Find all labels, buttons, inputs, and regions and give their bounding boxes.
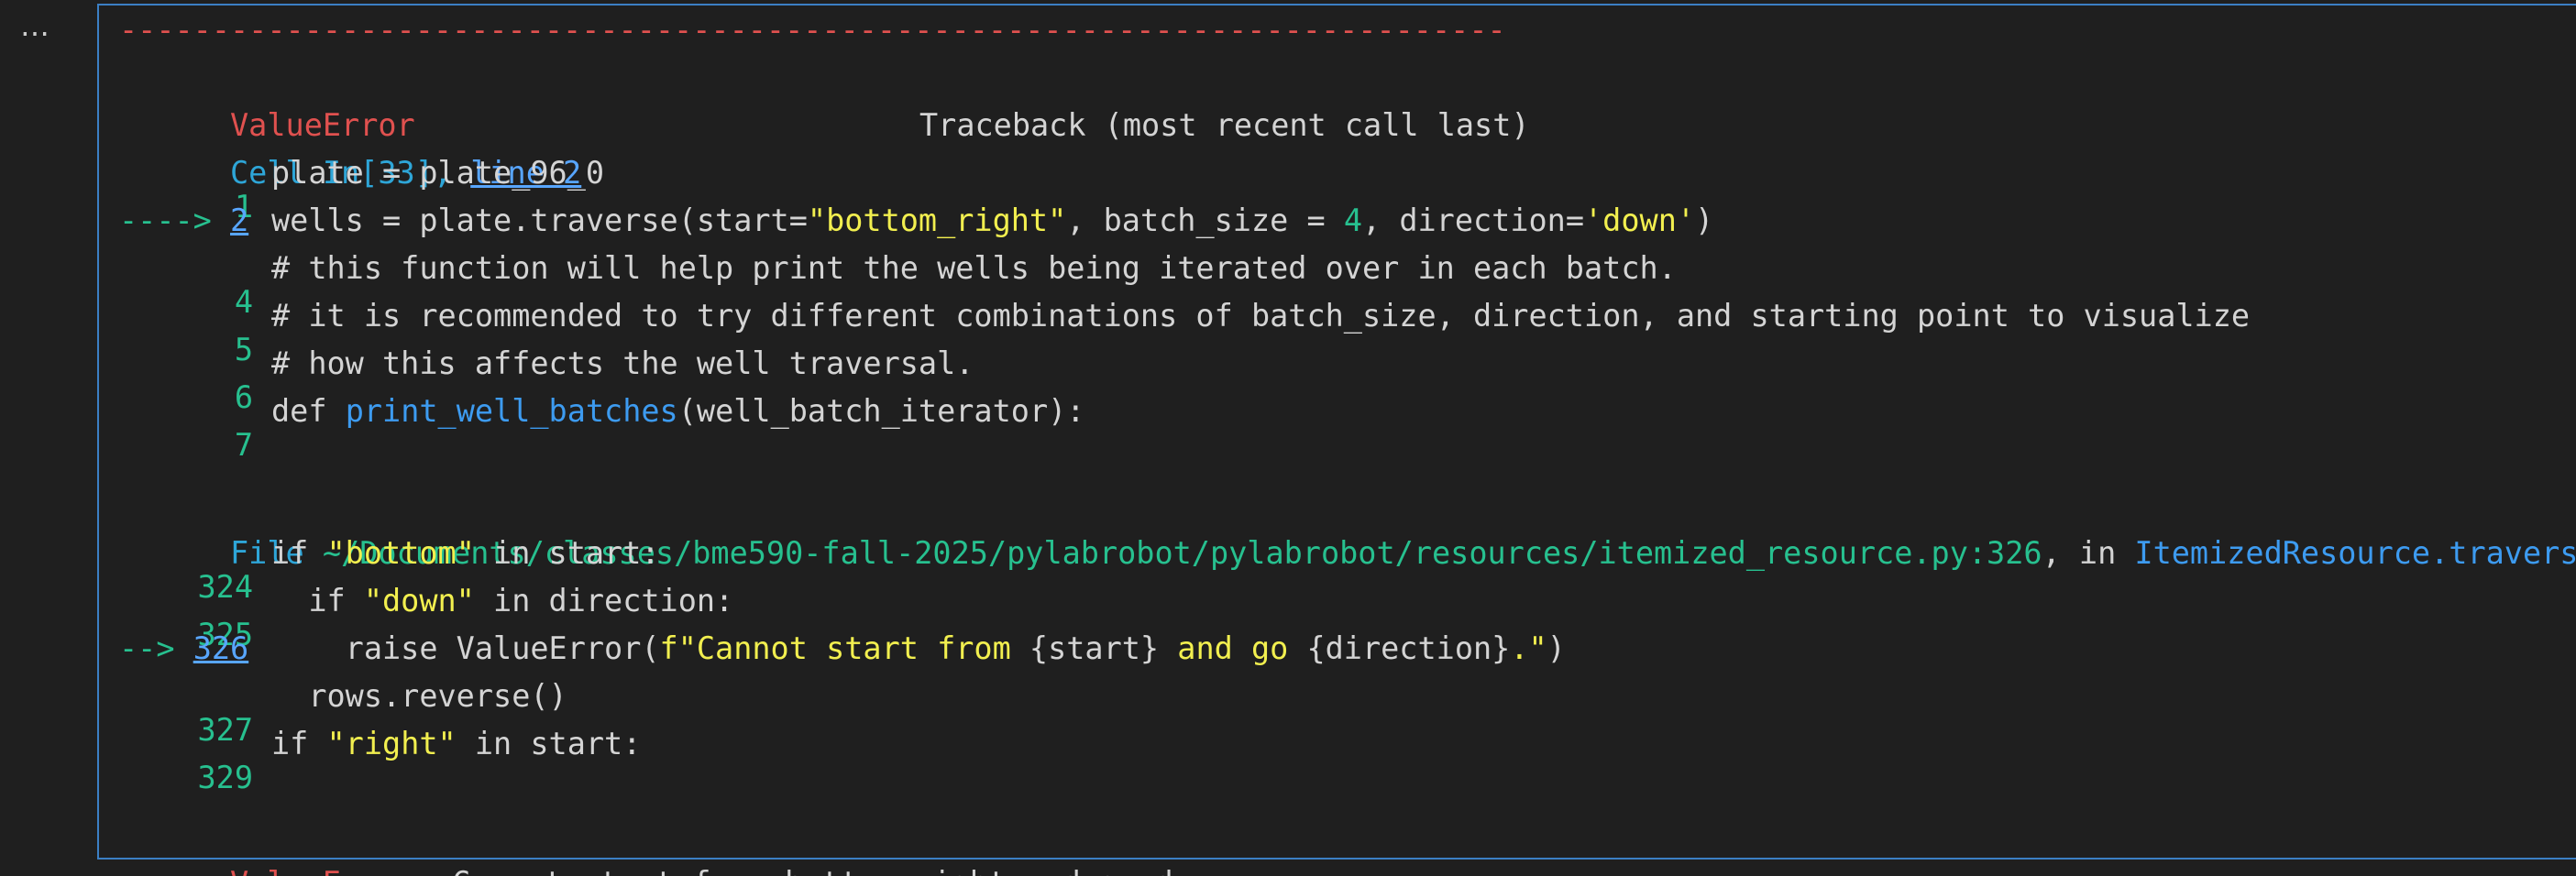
traceback-title: Traceback (most recent call last) [919,107,1530,143]
code-token: ) [1695,203,1714,238]
code-token: and go [1159,630,1307,666]
code-token: # this function will help print the well… [271,250,1677,286]
line-number-link[interactable]: 2 [230,203,248,238]
code-token: plate = plate_96_0 [271,155,605,191]
current-line-arrow: ----> [119,203,231,238]
code-token: rows.reverse() [271,678,567,714]
cell-source-line: 7 def print_well_batches(well_batch_itera… [119,388,1085,463]
code-token: "bottom" [326,535,475,571]
more-actions-icon[interactable]: … [20,5,61,46]
code-token: in start: [456,726,642,761]
code-token: if [271,535,327,571]
line-number: 7 [234,427,253,463]
line-number-link[interactable]: 326 [193,630,249,666]
line-gutter: --> 326 [119,625,271,673]
cell-source-line: 1 plate = plate_96_0 [119,149,605,224]
code-token: "right" [326,726,457,761]
file-source-line: 329 if "right" in start: [119,720,642,795]
code-token: {direction} [1306,630,1511,666]
file-source-line: --> 326 raise ValueError(f"Cannot start … [119,625,1566,673]
traceback-header: ValueError Traceback (most recent call la… [119,54,1530,143]
code-token: # how this affects the well traversal. [271,345,974,381]
file-source-line: 327 rows.reverse() [119,673,567,748]
code-token: if [271,726,327,761]
final-error-message: : Cannot start from bottom_right and go … [415,865,1248,876]
line-number: 329 [197,760,253,795]
code-token: print_well_batches [345,393,678,429]
code-token: wells = plate.traverse(start= [271,203,808,238]
line-gutter: ----> 2 [119,197,271,245]
code-token: (well_batch_iterator): [677,393,1085,429]
current-line-arrow: --> [119,630,193,666]
code-token: # it is recommended to try different com… [271,298,2251,334]
code-token: 'down' [1584,203,1696,238]
code-token: 4 [1343,203,1362,238]
code-token: , batch_size = [1066,203,1344,238]
code-token: in direction: [474,583,734,619]
notebook-output-page: … --------------------------------------… [0,0,2576,876]
code-token: ) [1547,630,1566,666]
cell-source-line: 6 # how this affects the well traversal. [119,340,974,415]
final-error-line: ValueError: Cannot start from bottom_rig… [119,812,1247,876]
cell-source-line: ----> 2 wells = plate.traverse(start="bot… [119,197,1713,245]
file-source-line: 325 if "down" in direction: [119,577,734,652]
code-token: in start: [474,535,660,571]
code-token: {start} [1029,630,1160,666]
file-reference: File ~/Documents/classes/bme590-fall-202… [119,482,2576,571]
code-token: if [271,583,364,619]
file-ref-middle: , in [2042,535,2135,571]
cell-source-line: 4 # this function will help print the wel… [119,245,1677,320]
cell-source-line: 5 # it is recommended to try different co… [119,292,2251,367]
code-token: "down" [363,583,475,619]
file-source-line: 324 if "bottom" in start: [119,530,660,605]
final-error-name: ValueError [230,865,415,876]
cell-reference: Cell In[33], line 2 [119,102,581,191]
code-token: ." [1510,630,1547,666]
traceback-output: ----------------------------------------… [119,0,2576,876]
code-token: "bottom_right" [807,203,1067,238]
code-token: def [271,393,346,429]
code-token: f"Cannot start from [659,630,1029,666]
code-token: , direction= [1361,203,1585,238]
code-token: raise ValueError( [271,630,660,666]
traceback-separator: ----------------------------------------… [119,12,1506,48]
function-name: ItemizedResource.traverse( [2134,535,2576,571]
